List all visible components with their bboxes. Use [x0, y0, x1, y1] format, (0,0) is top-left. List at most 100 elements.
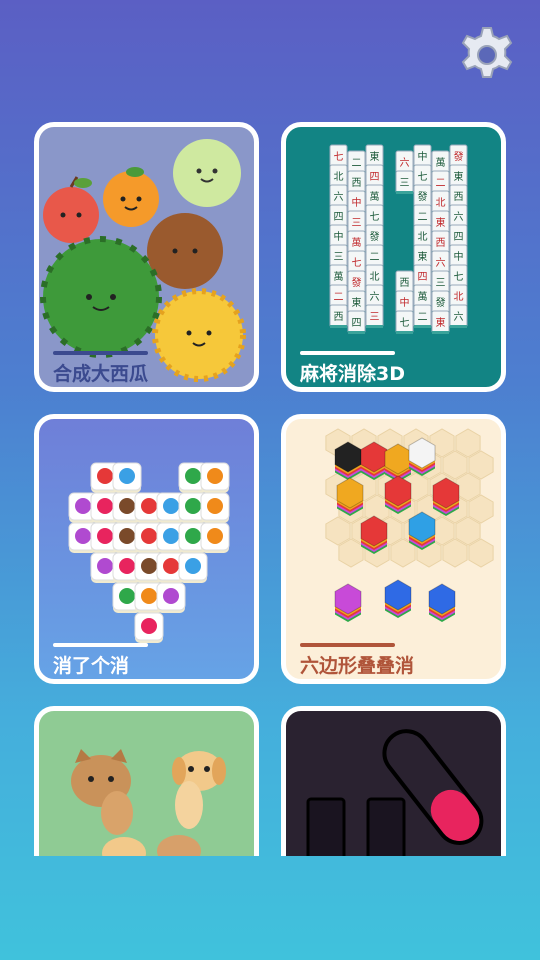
item-tile — [200, 492, 230, 523]
svg-text:七: 七 — [352, 257, 362, 269]
svg-text:六: 六 — [370, 291, 380, 303]
item-tile — [112, 462, 142, 493]
svg-text:二: 二 — [352, 158, 362, 169]
svg-text:三: 三 — [400, 178, 410, 189]
svg-text:西: 西 — [334, 312, 344, 323]
svg-text:萬: 萬 — [352, 236, 362, 249]
title-underline — [300, 643, 395, 647]
hex-stack — [432, 477, 460, 516]
svg-text:西: 西 — [436, 238, 446, 249]
svg-text:六: 六 — [454, 211, 464, 223]
game-card-watermelon[interactable]: 合成大西瓜 — [34, 122, 259, 392]
svg-text:六: 六 — [436, 257, 446, 269]
mahjong-tile: 四 — [347, 310, 366, 334]
hex-stack — [408, 511, 436, 550]
title-underline — [300, 351, 395, 355]
svg-text:四: 四 — [334, 212, 344, 223]
item-tile — [156, 582, 186, 613]
mahjong-tile: 六 — [449, 304, 468, 328]
svg-text:東: 東 — [370, 150, 380, 163]
title-underline — [53, 643, 148, 647]
svg-text:二: 二 — [418, 212, 428, 223]
svg-text:發: 發 — [418, 190, 428, 203]
svg-text:西: 西 — [352, 178, 362, 189]
game-title: 合成大西瓜 — [53, 363, 149, 385]
svg-text:四: 四 — [352, 318, 362, 329]
mahjong-tile: 七 — [395, 310, 414, 334]
item-tile — [134, 612, 164, 643]
svg-text:三: 三 — [334, 252, 344, 263]
pets-art — [71, 749, 226, 856]
svg-text:北: 北 — [418, 231, 428, 243]
svg-text:七: 七 — [418, 171, 428, 183]
svg-text:東: 東 — [436, 216, 446, 229]
svg-text:發: 發 — [454, 150, 464, 163]
svg-text:中: 中 — [334, 230, 344, 243]
watermelon-fruits-art — [40, 139, 246, 382]
svg-text:北: 北 — [436, 197, 446, 209]
game-card-hex-stack[interactable]: 六边形叠叠消 — [281, 414, 506, 684]
svg-text:北: 北 — [454, 291, 464, 303]
game-title: 麻将消除3D — [300, 363, 405, 385]
item-tile — [200, 462, 230, 493]
svg-text:發: 發 — [352, 276, 362, 289]
game-card-tile-match[interactable]: 消了个消 — [34, 414, 259, 684]
game-card-pets[interactable] — [34, 706, 259, 856]
svg-text:六: 六 — [334, 191, 344, 203]
hex-stack — [336, 477, 364, 516]
item-tile — [178, 552, 208, 583]
svg-text:七: 七 — [370, 211, 380, 223]
mahjong-tile: 二 — [413, 304, 432, 328]
svg-text:四: 四 — [418, 272, 428, 283]
mahjong-tile: 西 — [329, 304, 348, 328]
svg-text:東: 東 — [436, 316, 446, 329]
svg-text:萬: 萬 — [418, 290, 428, 303]
svg-text:三: 三 — [352, 218, 362, 229]
svg-text:七: 七 — [400, 317, 410, 329]
svg-text:發: 發 — [370, 230, 380, 243]
svg-text:中: 中 — [454, 250, 464, 263]
game-title: 六边形叠叠消 — [300, 655, 415, 677]
hex-stack — [334, 583, 362, 622]
svg-text:東: 東 — [418, 250, 428, 263]
mahjong-tiles-art: 七二東六中萬發北西四三七二東六中萬 發北西四三七 二東六中萬發 北西四三七二 東六中萬發… — [329, 144, 468, 334]
mahjong-tile: 三 — [395, 170, 414, 194]
svg-text:四: 四 — [370, 172, 380, 183]
svg-text:六: 六 — [454, 311, 464, 323]
svg-text:二: 二 — [334, 292, 344, 303]
svg-text:西: 西 — [400, 278, 410, 289]
svg-text:萬: 萬 — [370, 190, 380, 203]
mahjong-tile: 三 — [365, 304, 384, 328]
svg-text:北: 北 — [370, 271, 380, 283]
hex-stack — [384, 579, 412, 618]
game-card-mahjong[interactable]: 七二東六中萬發北西四三七二東六中萬發北西四三七二東六中萬發北西四三七二東六中萬發… — [281, 122, 506, 392]
hex-stack-art — [325, 428, 494, 622]
svg-text:西: 西 — [454, 192, 464, 203]
svg-text:六: 六 — [400, 157, 410, 169]
hex-stack — [334, 441, 362, 480]
item-tile — [200, 522, 230, 553]
svg-text:中: 中 — [418, 150, 428, 163]
svg-text:四: 四 — [454, 232, 464, 243]
svg-text:東: 東 — [352, 296, 362, 309]
svg-text:萬: 萬 — [334, 270, 344, 283]
svg-text:發: 發 — [436, 296, 446, 309]
tubes-art — [306, 729, 484, 856]
svg-text:中: 中 — [352, 196, 362, 209]
hex-stack — [360, 515, 388, 554]
svg-text:七: 七 — [334, 151, 344, 163]
game-title: 消了个消 — [53, 655, 130, 677]
svg-text:三: 三 — [370, 312, 380, 323]
svg-text:中: 中 — [400, 296, 410, 309]
heart-tiles-art — [68, 462, 230, 643]
hex-stack — [360, 441, 388, 480]
svg-text:二: 二 — [418, 312, 428, 323]
game-grid: 合成大西瓜 七二東六中萬發北西四三七二東六中萬發北西四三七二東六中萬發北西四三七… — [0, 0, 540, 856]
svg-text:三: 三 — [436, 278, 446, 289]
hex-stack — [384, 475, 412, 514]
svg-text:七: 七 — [454, 271, 464, 283]
game-card-color-sort[interactable] — [281, 706, 506, 856]
svg-text:北: 北 — [334, 171, 344, 183]
svg-text:萬: 萬 — [436, 156, 446, 169]
title-underline — [53, 351, 148, 355]
